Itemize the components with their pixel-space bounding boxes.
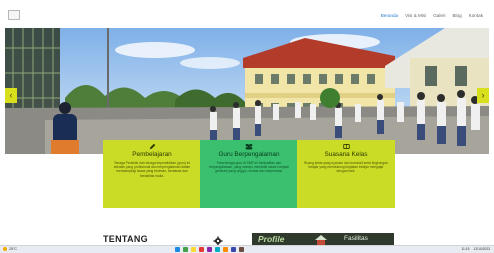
section-heading-tentang: TENTANG xyxy=(103,234,148,244)
feature-card-suasana-kelas: Suasana Kelas Ruang kelas yang nyaman da… xyxy=(297,140,395,208)
taskbar-app-icon[interactable] xyxy=(239,247,244,252)
taskbar-app-icon[interactable] xyxy=(199,247,204,252)
feature-card-text: Ruang kelas yang nyaman dan kondusif ser… xyxy=(304,161,388,174)
feature-card-guru: Guru Berpengalaman Para tenaga guru di S… xyxy=(200,140,298,208)
site-header: Beranda Visi & Misi Galeri Blog Kontak xyxy=(5,6,489,28)
gear-icon xyxy=(213,233,223,246)
browser-viewport: Beranda Visi & Misi Galeri Blog Kontak ‹… xyxy=(0,0,494,253)
book-icon xyxy=(303,143,389,150)
taskbar-app-icon[interactable] xyxy=(183,247,188,252)
menu-item-beranda[interactable]: Beranda xyxy=(381,13,398,18)
slider-next-button[interactable]: › xyxy=(477,88,489,103)
group-icon xyxy=(206,143,292,150)
taskbar-app-icons xyxy=(175,247,244,252)
feature-card-title: Suasana Kelas xyxy=(324,151,368,158)
menu-item-visi-misi[interactable]: Visi & Misi xyxy=(405,13,426,18)
site-logo[interactable] xyxy=(8,10,20,20)
hero-slider: ‹ › xyxy=(5,28,489,154)
weather-temperature: 25°C xyxy=(9,247,18,251)
feature-card-title: Guru Berpengalaman xyxy=(218,151,280,158)
clock-time[interactable]: 11:15 xyxy=(461,247,469,251)
system-tray: 11:15 12/10/2023 xyxy=(461,247,490,251)
menu-item-blog[interactable]: Blog xyxy=(452,13,461,18)
menu-item-kontak[interactable]: Kontak xyxy=(469,13,483,18)
clock-date[interactable]: 12/10/2023 xyxy=(473,247,490,251)
menu-item-galeri[interactable]: Galeri xyxy=(433,13,445,18)
main-menu: Beranda Visi & Misi Galeri Blog Kontak xyxy=(381,13,483,18)
feature-card-text: Tenaga Pendidik dan tenaga kependidikan … xyxy=(113,161,191,178)
pencil-icon xyxy=(109,143,195,150)
taskbar-app-icon[interactable] xyxy=(175,247,180,252)
hero-photo xyxy=(5,28,489,154)
os-taskbar: 25°C 11:15 12/10/2023 xyxy=(0,245,494,253)
weather-icon xyxy=(3,247,7,251)
taskbar-app-icon[interactable] xyxy=(231,247,236,252)
slider-prev-button[interactable]: ‹ xyxy=(5,88,17,103)
feature-card-title: Pembelajaran xyxy=(132,151,172,158)
weather-widget[interactable]: 25°C xyxy=(3,247,17,251)
feature-card-text: Para tenaga guru di SMP ini berkualitas … xyxy=(209,161,289,174)
banner-facilities-text: Fasilitas xyxy=(344,235,368,242)
taskbar-app-icon[interactable] xyxy=(207,247,212,252)
feature-card-pembelajaran: Pembelajaran Tenaga Pendidik dan tenaga … xyxy=(103,140,201,208)
taskbar-app-icon[interactable] xyxy=(191,247,196,252)
taskbar-app-icon[interactable] xyxy=(223,247,228,252)
taskbar-app-icon[interactable] xyxy=(215,247,220,252)
banner-profile-text: Profile xyxy=(258,234,285,244)
